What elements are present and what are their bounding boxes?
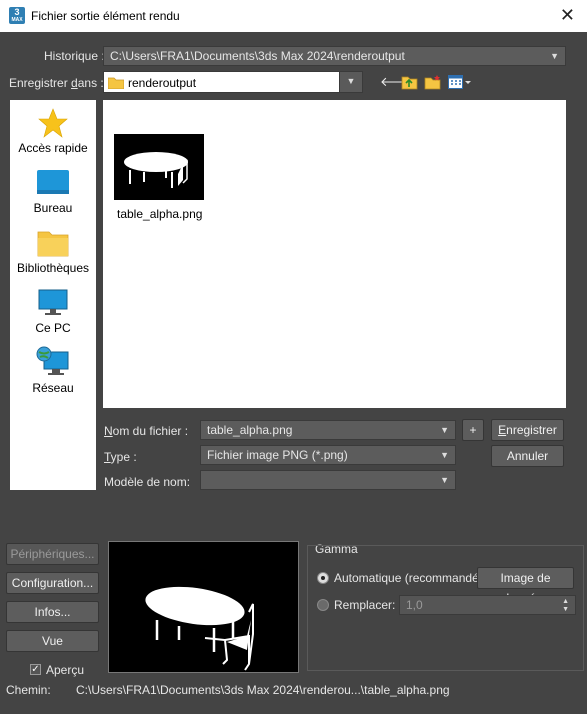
save-button[interactable]: Enregistrer (491, 419, 564, 441)
up-folder-icon[interactable] (401, 74, 418, 90)
window-title: Fichier sortie élément rendu (31, 9, 180, 23)
gamma-auto-label: Automatique (recommandé) (334, 571, 483, 585)
info-button[interactable]: Infos... (6, 601, 99, 623)
type-label: Type : (104, 450, 137, 464)
save-in-label: Enregistrer dans : (9, 76, 104, 90)
monitor-icon (38, 289, 68, 315)
preview-label: Aperçu (46, 663, 85, 677)
title-bar: 3 MAX Fichier sortie élément rendu ✕ (0, 0, 587, 32)
dialog-body: Historique : C:\Users\FRA1\Documents\3ds… (0, 32, 587, 714)
gamma-override-label: Remplacer: (334, 598, 396, 612)
filename-label: Nom du fichier : (104, 424, 189, 438)
place-desktop[interactable]: Bureau (10, 168, 96, 215)
template-label: Modèle de nom: (104, 475, 191, 489)
filename-combo[interactable]: table_alpha.png ▼ (200, 420, 456, 440)
star-icon (38, 108, 68, 138)
gamma-override-value: 1,0 (406, 598, 423, 612)
place-network[interactable]: Réseau (10, 346, 96, 395)
chevron-down-icon: ▼ (339, 72, 362, 92)
table-image (145, 586, 254, 671)
place-quick-access[interactable]: Accès rapide (10, 108, 96, 155)
place-label: Ce PC (35, 321, 71, 335)
image-preview (108, 541, 299, 673)
path-label: Chemin: (6, 683, 51, 697)
path-value: C:\Users\FRA1\Documents\3ds Max 2024\ren… (76, 683, 450, 697)
save-in-value: renderoutput (128, 76, 197, 90)
file-thumbnail[interactable] (114, 134, 204, 200)
preview-checkbox[interactable]: ✓ (30, 664, 41, 675)
cancel-button[interactable]: Annuler (491, 445, 564, 467)
folder-icon (37, 231, 69, 257)
close-icon[interactable]: ✕ (560, 5, 575, 26)
place-label: Réseau (32, 381, 74, 395)
place-label: Bibliothèques (16, 261, 90, 275)
devices-button[interactable]: Périphériques... (6, 543, 99, 565)
save-in-combo[interactable]: renderoutput ▼ (103, 71, 363, 93)
history-combo[interactable]: C:\Users\FRA1\Documents\3ds Max 2024\ren… (103, 46, 566, 66)
history-value: C:\Users\FRA1\Documents\3ds Max 2024\ren… (110, 49, 405, 63)
view-menu-icon[interactable] (448, 75, 472, 89)
type-combo[interactable]: Fichier image PNG (*.png) ▼ (200, 445, 456, 465)
desktop-icon (37, 170, 69, 194)
file-list[interactable]: table_alpha.png (103, 100, 566, 408)
view-button[interactable]: Vue (6, 630, 99, 652)
gamma-override-spinner[interactable]: 1,0 ▲ ▼ (399, 595, 576, 615)
places-bar: Accès rapide Bureau Bibliothèques Ce PC … (10, 100, 96, 490)
gamma-auto-radio[interactable] (317, 572, 329, 584)
filename-value: table_alpha.png (207, 423, 293, 437)
setup-button[interactable]: Configuration... (6, 572, 99, 594)
data-image-button[interactable]: Image de données (477, 567, 574, 605)
type-value: Fichier image PNG (*.png) (207, 448, 348, 462)
new-folder-icon[interactable] (424, 74, 442, 90)
table-image (124, 152, 188, 188)
gamma-override-radio[interactable] (317, 599, 329, 611)
file-name[interactable]: table_alpha.png (117, 207, 202, 221)
chevron-down-icon: ▼ (550, 51, 559, 61)
chevron-down-icon: ▼ (440, 425, 449, 435)
place-label: Bureau (33, 201, 73, 215)
spinner-arrows-icon: ▲ ▼ (562, 598, 569, 613)
history-label: Historique : (44, 49, 105, 63)
place-label: Accès rapide (18, 141, 88, 155)
chevron-down-icon: ▼ (440, 475, 449, 485)
app-icon: 3 MAX (9, 7, 25, 24)
place-this-pc[interactable]: Ce PC (10, 288, 96, 335)
network-icon (36, 346, 69, 375)
template-combo[interactable]: ▼ (200, 470, 456, 490)
place-libraries[interactable]: Bibliothèques (10, 228, 96, 275)
folder-icon (108, 77, 124, 89)
add-button[interactable]: + (462, 419, 484, 441)
chevron-down-icon: ▼ (440, 450, 449, 460)
